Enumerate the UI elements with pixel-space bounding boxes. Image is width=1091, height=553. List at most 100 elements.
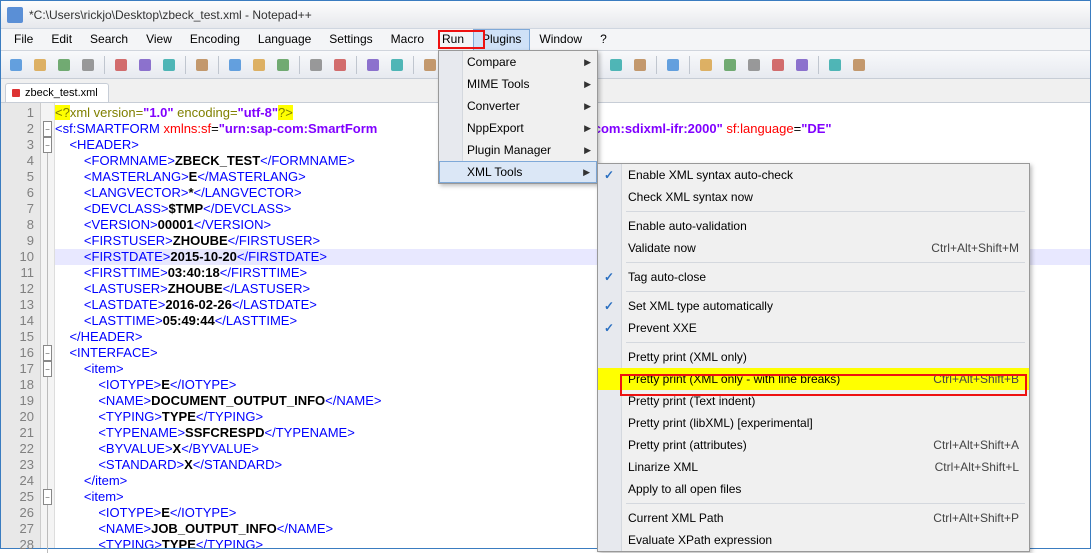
plugins-item-plugin-manager[interactable]: Plugin Manager▶ bbox=[439, 139, 597, 161]
fold-marker[interactable]: − bbox=[41, 121, 54, 137]
play-button[interactable] bbox=[695, 54, 717, 76]
record-button[interactable] bbox=[629, 54, 651, 76]
menu-encoding[interactable]: Encoding bbox=[181, 29, 249, 50]
menu-language[interactable]: Language bbox=[249, 29, 320, 50]
fold-marker[interactable] bbox=[41, 377, 54, 393]
fold-marker[interactable] bbox=[41, 329, 54, 345]
check-icon: ✓ bbox=[604, 299, 614, 313]
save-all-button[interactable] bbox=[77, 54, 99, 76]
plugins-item-mime-tools[interactable]: MIME Tools▶ bbox=[439, 73, 597, 95]
close-button[interactable] bbox=[110, 54, 132, 76]
menu-edit[interactable]: Edit bbox=[42, 29, 81, 50]
menu-settings[interactable]: Settings bbox=[320, 29, 381, 50]
xmltools-item-pretty-print-xml-only-with-line-breaks-[interactable]: Pretty print (XML only - with line break… bbox=[598, 368, 1029, 390]
fold-marker[interactable] bbox=[41, 105, 54, 121]
xmltools-item-current-xml-path[interactable]: Current XML PathCtrl+Alt+Shift+P bbox=[598, 507, 1029, 529]
fold-marker[interactable] bbox=[41, 249, 54, 265]
fold-marker[interactable] bbox=[41, 217, 54, 233]
close-all-button[interactable] bbox=[134, 54, 156, 76]
redo-button[interactable] bbox=[305, 54, 327, 76]
xmltools-item-set-xml-type-automatically[interactable]: ✓ Set XML type automatically bbox=[598, 295, 1029, 317]
xmltools-item-pretty-print-attributes-[interactable]: Pretty print (attributes)Ctrl+Alt+Shift+… bbox=[598, 434, 1029, 456]
plugins-item-converter[interactable]: Converter▶ bbox=[439, 95, 597, 117]
menu-item-label: Set XML type automatically bbox=[628, 299, 773, 313]
xmltools-item-enable-auto-validation[interactable]: Enable auto-validation bbox=[598, 215, 1029, 237]
xmltools-item-apply-to-all-open-files[interactable]: Apply to all open files bbox=[598, 478, 1029, 500]
fold-marker[interactable] bbox=[41, 153, 54, 169]
fold-marker[interactable] bbox=[41, 409, 54, 425]
fold-marker[interactable] bbox=[41, 425, 54, 441]
fold-marker[interactable] bbox=[41, 297, 54, 313]
xmltools-item-check-xml-syntax-now[interactable]: Check XML syntax now bbox=[598, 186, 1029, 208]
menu-window[interactable]: Window bbox=[530, 29, 591, 50]
fold-marker[interactable] bbox=[41, 169, 54, 185]
modified-dot-icon bbox=[12, 89, 20, 97]
line-number: 2 bbox=[1, 121, 40, 137]
fold-marker[interactable] bbox=[41, 233, 54, 249]
menu-item-label: Tag auto-close bbox=[628, 270, 706, 284]
menu-search[interactable]: Search bbox=[81, 29, 137, 50]
fold-marker[interactable]: − bbox=[41, 489, 54, 505]
fold-marker[interactable] bbox=[41, 473, 54, 489]
find-button[interactable] bbox=[329, 54, 351, 76]
fold-marker[interactable] bbox=[41, 281, 54, 297]
menu-help[interactable]: ? bbox=[591, 29, 616, 50]
fold-marker[interactable] bbox=[41, 457, 54, 473]
cut-button[interactable] bbox=[191, 54, 213, 76]
file-tab[interactable]: zbeck_test.xml bbox=[5, 83, 109, 102]
fold-marker[interactable] bbox=[41, 201, 54, 217]
print-button[interactable] bbox=[158, 54, 180, 76]
xmltools-item-prevent-xxe[interactable]: ✓Prevent XXE bbox=[598, 317, 1029, 339]
menu-item-label: Prevent XXE bbox=[628, 321, 697, 335]
xmltools-item-validate-now[interactable]: Validate nowCtrl+Alt+Shift+M bbox=[598, 237, 1029, 259]
menu-item-label: Apply to all open files bbox=[628, 482, 741, 496]
new-button[interactable] bbox=[5, 54, 27, 76]
fold-marker[interactable] bbox=[41, 185, 54, 201]
fold-marker[interactable] bbox=[41, 393, 54, 409]
menu-macro[interactable]: Macro bbox=[382, 29, 433, 50]
t1-button[interactable] bbox=[767, 54, 789, 76]
open-button[interactable] bbox=[29, 54, 51, 76]
xmltools-item-pretty-print-text-indent-[interactable]: Pretty print (Text indent) bbox=[598, 390, 1029, 412]
fold-marker[interactable] bbox=[41, 441, 54, 457]
fastforward-button[interactable] bbox=[719, 54, 741, 76]
title-bar: *C:\Users\rickjo\Desktop\zbeck_test.xml … bbox=[1, 1, 1090, 29]
zoom-in-button[interactable] bbox=[386, 54, 408, 76]
run-button[interactable] bbox=[605, 54, 627, 76]
xmltools-item-tag-auto-close[interactable]: ✓Tag auto-close bbox=[598, 266, 1029, 288]
fold-marker[interactable]: − bbox=[41, 361, 54, 377]
xmltools-item-evaluate-xpath-expression[interactable]: Evaluate XPath expression bbox=[598, 529, 1029, 551]
submenu-arrow-icon: ▶ bbox=[584, 123, 591, 134]
xmltools-item-pretty-print-libxml-experimental-[interactable]: Pretty print (libXML) [experimental] bbox=[598, 412, 1029, 434]
menu-run[interactable]: Run bbox=[433, 29, 473, 50]
copy-button[interactable] bbox=[224, 54, 246, 76]
fold-marker[interactable]: − bbox=[41, 345, 54, 361]
line-number: 4 bbox=[1, 153, 40, 169]
submenu-arrow-icon: ▶ bbox=[584, 101, 591, 112]
t4-button[interactable] bbox=[848, 54, 870, 76]
line-number: 1 bbox=[1, 105, 40, 121]
plugins-item-compare[interactable]: Compare▶ bbox=[439, 51, 597, 73]
xmltools-item-pretty-print-xml-only-[interactable]: Pretty print (XML only) bbox=[598, 346, 1029, 368]
replace-button[interactable] bbox=[362, 54, 384, 76]
t3-button[interactable] bbox=[824, 54, 846, 76]
plugins-item-xml-tools[interactable]: XML Tools▶ bbox=[439, 161, 597, 183]
menu-file[interactable]: File bbox=[5, 29, 42, 50]
menu-view[interactable]: View bbox=[137, 29, 181, 50]
fold-marker[interactable]: − bbox=[41, 137, 54, 153]
fold-marker[interactable] bbox=[41, 537, 54, 553]
fold-marker[interactable] bbox=[41, 265, 54, 281]
stop-button[interactable] bbox=[662, 54, 684, 76]
fold-marker[interactable] bbox=[41, 505, 54, 521]
fold-marker[interactable] bbox=[41, 313, 54, 329]
t2-button[interactable] bbox=[791, 54, 813, 76]
paste-button[interactable] bbox=[248, 54, 270, 76]
saverec-button[interactable] bbox=[743, 54, 765, 76]
menu-plugins[interactable]: Plugins bbox=[473, 29, 530, 50]
xmltools-item-linarize-xml[interactable]: Linarize XMLCtrl+Alt+Shift+L bbox=[598, 456, 1029, 478]
fold-marker[interactable] bbox=[41, 521, 54, 537]
undo-button[interactable] bbox=[272, 54, 294, 76]
xmltools-item-enable-xml-syntax-auto-check[interactable]: ✓Enable XML syntax auto-check bbox=[598, 164, 1029, 186]
plugins-item-nppexport[interactable]: NppExport▶ bbox=[439, 117, 597, 139]
save-button[interactable] bbox=[53, 54, 75, 76]
